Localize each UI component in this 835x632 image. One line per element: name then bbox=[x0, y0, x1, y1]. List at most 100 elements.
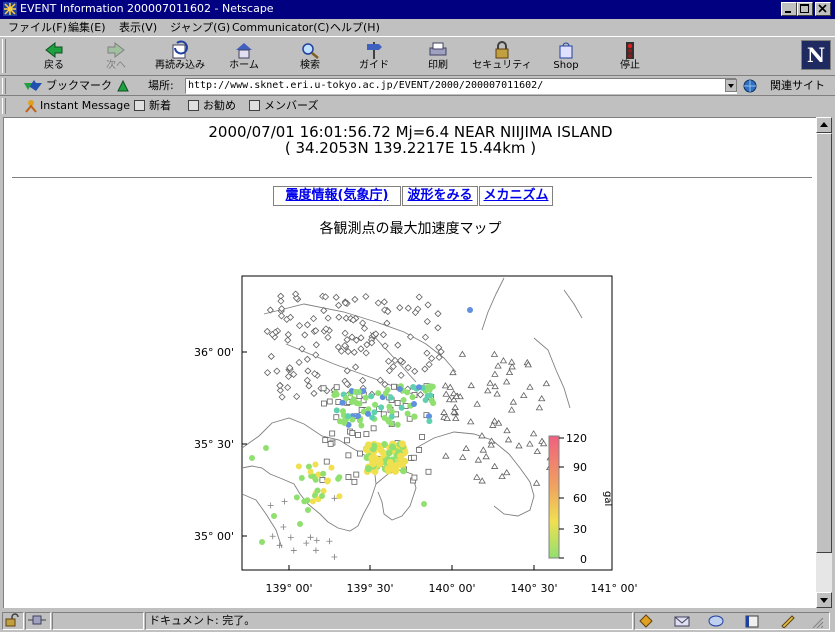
station-dot bbox=[298, 475, 305, 482]
members-link[interactable]: メンバーズ bbox=[264, 99, 318, 113]
shop-label: Shop bbox=[553, 60, 579, 71]
forward-button[interactable]: 次へ bbox=[96, 39, 136, 75]
reload-button[interactable]: 再読み込み bbox=[148, 39, 212, 75]
station-dot bbox=[249, 455, 255, 461]
print-button[interactable]: 印刷 bbox=[418, 39, 458, 75]
maximize-button[interactable] bbox=[797, 2, 813, 16]
station-dot bbox=[375, 390, 382, 397]
station-dot bbox=[295, 463, 302, 470]
maximize-icon bbox=[800, 4, 809, 13]
netscape-app-icon[interactable] bbox=[3, 2, 17, 16]
related-sites-icon[interactable] bbox=[742, 78, 764, 94]
station-square bbox=[321, 400, 327, 407]
recommended-link[interactable]: お勧め bbox=[203, 99, 236, 113]
station-dot bbox=[339, 408, 346, 415]
menu-go[interactable]: ジャンプ(G) bbox=[170, 20, 230, 35]
back-label: 戻る bbox=[44, 60, 64, 71]
station-dot bbox=[379, 448, 387, 456]
station-dot bbox=[398, 440, 406, 448]
url-input[interactable]: http://www.sknet.eri.u-tokyo.ac.jp/EVENT… bbox=[185, 78, 737, 94]
x-tick-label: 140° 30' bbox=[510, 582, 557, 595]
menu-view[interactable]: 表示(V) bbox=[119, 20, 157, 35]
station-dot bbox=[411, 413, 418, 420]
guide-button[interactable]: ガイド bbox=[354, 39, 394, 75]
home-button[interactable]: ホーム bbox=[224, 39, 264, 75]
instant-message-person-icon bbox=[25, 100, 37, 113]
station-dot bbox=[385, 418, 392, 425]
station-dot bbox=[324, 477, 331, 484]
station-square bbox=[411, 474, 418, 481]
station-dot bbox=[386, 458, 394, 466]
scroll-thumb[interactable] bbox=[816, 133, 832, 553]
station-dot bbox=[411, 401, 417, 407]
resize-grip-icon[interactable] bbox=[811, 616, 825, 628]
guide-label: ガイド bbox=[359, 60, 389, 71]
window-title: EVENT Information 200007011602 - Netscap… bbox=[20, 2, 274, 15]
url-dropdown-button[interactable] bbox=[725, 79, 737, 92]
station-square bbox=[370, 425, 377, 432]
reload-icon bbox=[172, 40, 188, 59]
mail-icon[interactable] bbox=[673, 614, 691, 628]
search-button[interactable]: 検索 bbox=[290, 39, 330, 75]
x-tick-label: 141° 00' bbox=[590, 582, 637, 595]
colorbar-tick-label: 120 bbox=[566, 432, 587, 445]
menu-file[interactable]: ファイル(F) bbox=[8, 20, 67, 35]
station-dot bbox=[424, 392, 431, 399]
bookmarks-button[interactable]: ブックマーク bbox=[46, 79, 112, 93]
colorbar bbox=[548, 435, 560, 559]
navigator-icon[interactable] bbox=[639, 614, 653, 628]
security-button[interactable]: セキュリティ bbox=[472, 39, 532, 75]
station-dot bbox=[355, 413, 361, 419]
online-status-panel[interactable] bbox=[25, 612, 51, 630]
security-status-panel[interactable] bbox=[2, 612, 24, 630]
station-dot bbox=[387, 394, 394, 401]
scroll-up-button[interactable] bbox=[816, 117, 832, 133]
vertical-scrollbar[interactable] bbox=[816, 117, 832, 608]
x-tick-label: 140° 00' bbox=[428, 582, 475, 595]
station-square bbox=[333, 414, 340, 421]
page-proxy-icon[interactable] bbox=[116, 79, 130, 93]
netscape-logo[interactable]: N bbox=[801, 40, 831, 70]
station-dot bbox=[378, 404, 385, 411]
colorbar-tick-label: 60 bbox=[573, 492, 587, 505]
station-square bbox=[410, 454, 417, 461]
menu-help[interactable]: ヘルプ(H) bbox=[330, 20, 380, 35]
new-link[interactable]: 新着 bbox=[149, 99, 171, 113]
station-square bbox=[319, 477, 326, 483]
station-dot bbox=[305, 463, 312, 470]
back-button[interactable]: 戻る bbox=[34, 39, 74, 75]
personal-grip[interactable] bbox=[2, 98, 6, 114]
station-dot bbox=[388, 408, 395, 415]
navigation-toolbar: 戻る 次へ 再読み込み ホーム 検索 ガイド 印刷 セキュリティ Shop 停止… bbox=[0, 36, 835, 76]
padlock-icon bbox=[495, 41, 509, 59]
stop-label: 停止 bbox=[620, 60, 640, 71]
page-icon bbox=[134, 100, 145, 111]
station-dot bbox=[382, 390, 389, 397]
discussion-groups-icon[interactable] bbox=[707, 614, 725, 628]
station-dot bbox=[304, 497, 311, 504]
close-button[interactable] bbox=[815, 2, 831, 16]
y-tick-label: 36° 00' bbox=[194, 346, 234, 359]
station-dot bbox=[396, 385, 403, 392]
forward-label: 次へ bbox=[106, 60, 126, 71]
forward-arrow-icon bbox=[107, 41, 125, 59]
menu-edit[interactable]: 編集(E) bbox=[68, 20, 106, 35]
instant-message-link[interactable]: Instant Message bbox=[40, 99, 130, 113]
bookmark-ribbon-icon[interactable] bbox=[22, 79, 44, 93]
scroll-down-button[interactable] bbox=[816, 592, 832, 608]
station-square bbox=[391, 383, 397, 390]
composer-icon[interactable] bbox=[779, 614, 797, 628]
x-tick-label: 139° 30' bbox=[346, 582, 393, 595]
stop-button[interactable]: 停止 bbox=[610, 39, 650, 75]
address-book-icon[interactable] bbox=[743, 614, 761, 628]
page-icon bbox=[249, 100, 260, 111]
shop-button[interactable]: Shop bbox=[546, 39, 586, 75]
station-square bbox=[326, 398, 333, 405]
menu-communicator[interactable]: Communicator(C) bbox=[232, 20, 329, 35]
location-grip[interactable] bbox=[2, 78, 6, 94]
chevron-up-icon bbox=[820, 122, 828, 127]
station-square bbox=[349, 429, 356, 436]
related-sites-button[interactable]: 関連サイト bbox=[770, 79, 825, 93]
toolbar-grip[interactable] bbox=[2, 39, 6, 73]
minimize-button[interactable] bbox=[781, 2, 797, 16]
